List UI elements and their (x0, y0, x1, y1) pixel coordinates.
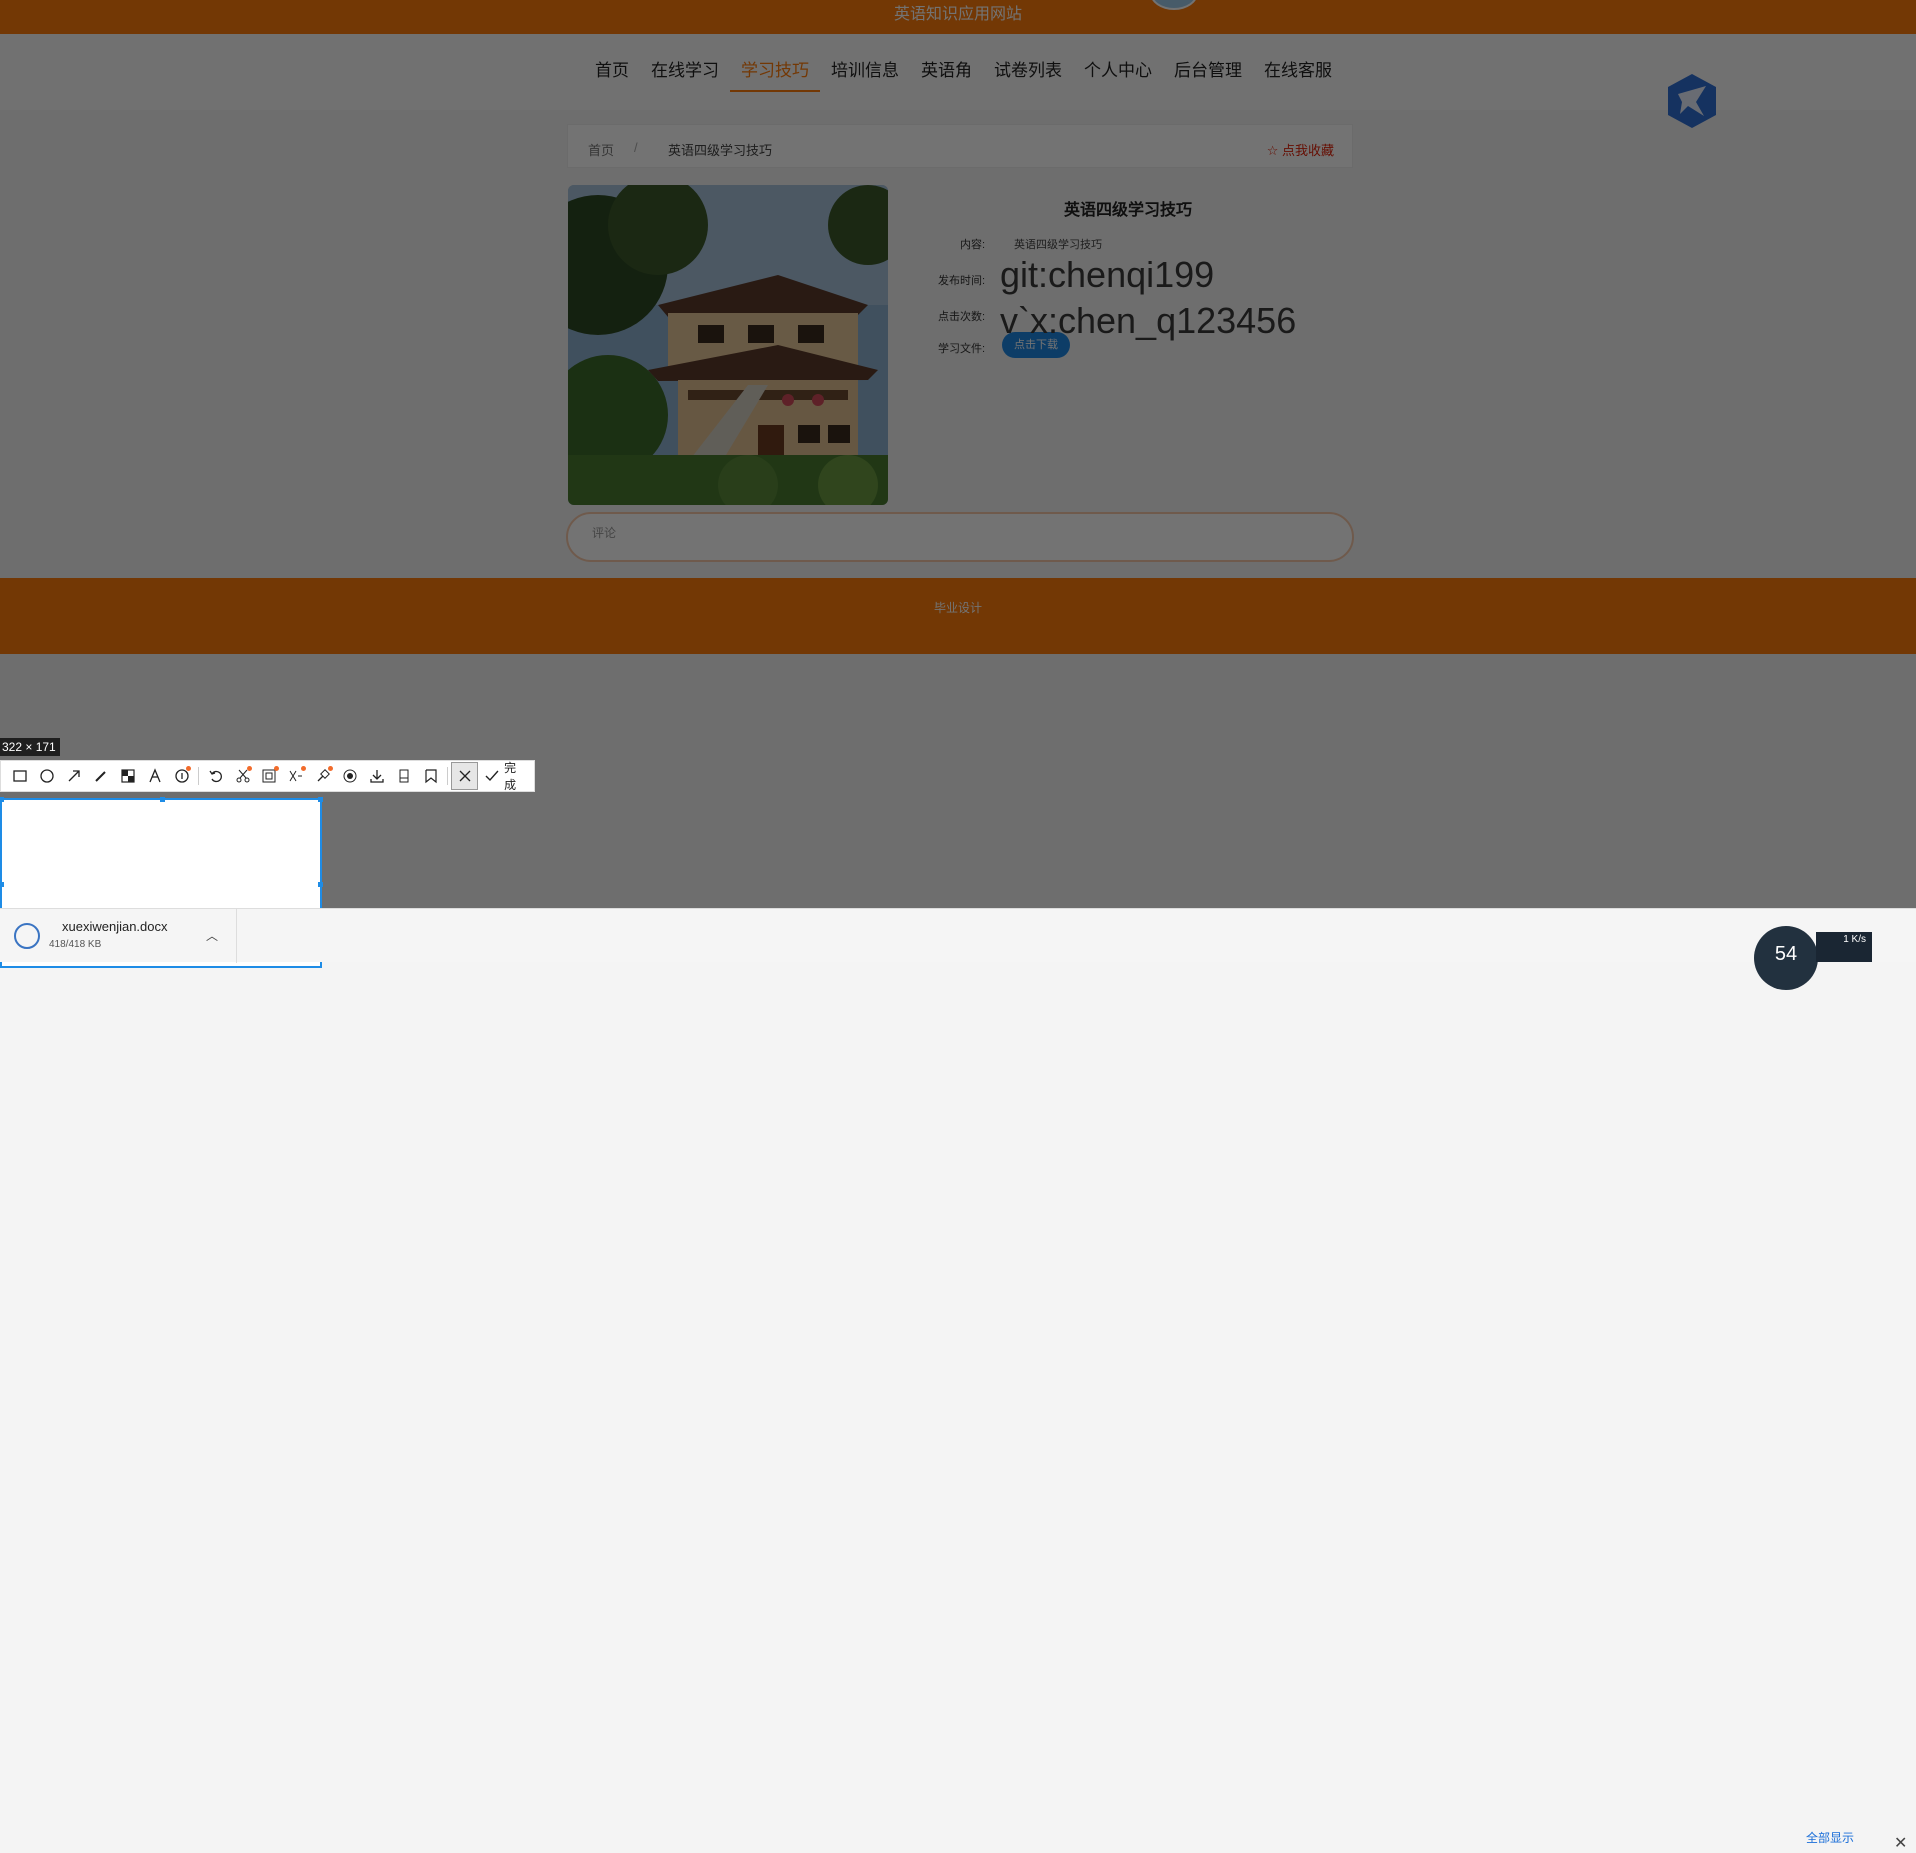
selection-size-badge: 322 × 171 (0, 738, 60, 756)
download-file-size: 418/418 KB (49, 939, 102, 950)
nav-item-exam-list[interactable]: 试卷列表 (983, 60, 1073, 90)
ocr-icon[interactable] (256, 762, 283, 790)
close-icon[interactable]: ✕ (1894, 1833, 1907, 1853)
done-button[interactable]: 完成 (478, 759, 534, 793)
publish-time-label: 发布时间: (938, 275, 986, 287)
avatar[interactable] (1150, 0, 1198, 10)
study-file-label: 学习文件: (938, 343, 986, 355)
network-speed: 1 K/s (1816, 932, 1872, 962)
nav-item-english-corner[interactable]: 英语角 (910, 60, 983, 90)
watermark-wx: v`x:chen_q123456 (1000, 300, 1297, 341)
nav-item-home[interactable]: 首页 (584, 60, 640, 90)
undo-icon[interactable] (202, 762, 229, 790)
cancel-icon[interactable] (451, 762, 479, 790)
nav-bar: 首页 在线学习 学习技巧 培训信息 英语角 试卷列表 个人中心 后台管理 在线客… (0, 34, 1916, 128)
comment-input[interactable]: 评论 (566, 512, 1354, 562)
article-photo (568, 185, 888, 505)
favorite-button[interactable]: ☆ 点我收藏 (1267, 140, 1334, 159)
nav-item-training[interactable]: 培训信息 (820, 60, 910, 90)
done-label: 完成 (504, 761, 517, 792)
nav-item-study-tips[interactable]: 学习技巧 (730, 60, 820, 92)
content-value: 英语四级学习技巧 (1014, 239, 1102, 251)
text-icon[interactable] (141, 762, 168, 790)
screenshot-toolbar: 完成 (0, 760, 535, 792)
pencil-icon[interactable] (88, 762, 115, 790)
chevron-up-icon[interactable]: ︿ (206, 927, 218, 944)
breadcrumb: 首页 / 英语四级学习技巧 ☆ 点我收藏 (567, 124, 1353, 168)
download-item[interactable]: xuexiwenjian.docx 418/418 KB ︿ (0, 909, 237, 963)
document-file-icon (14, 923, 40, 949)
rectangle-icon[interactable] (7, 762, 34, 790)
click-count-label: 点击次数: (938, 311, 986, 323)
resize-handle-tl[interactable] (0, 797, 4, 802)
site-logo-icon[interactable] (1666, 72, 1718, 130)
site-title: 英语知识应用网站 (893, 6, 1022, 23)
confirm-icon (485, 770, 499, 782)
site-title-bar: 英语知识应用网站 (0, 0, 1916, 34)
performance-gauge[interactable]: 54 (1754, 926, 1818, 990)
resize-handle-right[interactable] (318, 882, 323, 887)
nav-item-admin[interactable]: 后台管理 (1163, 60, 1253, 90)
resize-handle-top[interactable] (160, 797, 165, 802)
nav-item-online-learning[interactable]: 在线学习 (640, 60, 730, 90)
ellipse-icon[interactable] (34, 762, 61, 790)
toolbar-divider (198, 767, 200, 785)
download-file-name: xuexiwenjian.docx (62, 919, 168, 934)
breadcrumb-separator: / (634, 140, 638, 155)
number-icon[interactable] (168, 762, 195, 790)
article-title: 英语四级学习技巧 (1064, 202, 1193, 219)
show-all-downloads[interactable]: 全部显示 (1806, 1829, 1854, 1846)
nav-item-customer-service[interactable]: 在线客服 (1253, 60, 1343, 90)
translate-icon[interactable] (283, 762, 310, 790)
mosaic-icon[interactable] (115, 762, 142, 790)
long-screenshot-icon[interactable] (390, 762, 417, 790)
download-icon[interactable] (364, 762, 391, 790)
arrow-icon[interactable] (61, 762, 88, 790)
resize-handle-tr[interactable] (318, 797, 323, 802)
comment-placeholder: 评论 (592, 526, 617, 540)
breadcrumb-current: 英语四级学习技巧 (668, 143, 773, 158)
scissors-icon[interactable] (229, 762, 256, 790)
resize-handle-left[interactable] (0, 882, 4, 887)
nav-item-personal-center[interactable]: 个人中心 (1073, 60, 1163, 90)
toolbar-divider (447, 767, 449, 785)
bookmark-icon[interactable] (417, 762, 444, 790)
download-bar: xuexiwenjian.docx 418/418 KB ︿ 全部显示 ✕ (0, 908, 1916, 1852)
watermark-git: git:chenqi199 (1000, 254, 1215, 295)
footer: 毕业设计 (0, 578, 1916, 654)
record-icon[interactable] (337, 762, 364, 790)
content-label: 内容: (960, 239, 986, 251)
main-nav: 首页 在线学习 学习技巧 培训信息 英语角 试卷列表 个人中心 后台管理 在线客… (584, 60, 1343, 92)
footer-text: 毕业设计 (933, 601, 982, 615)
pin-icon[interactable] (310, 762, 337, 790)
breadcrumb-home[interactable]: 首页 (588, 140, 614, 159)
